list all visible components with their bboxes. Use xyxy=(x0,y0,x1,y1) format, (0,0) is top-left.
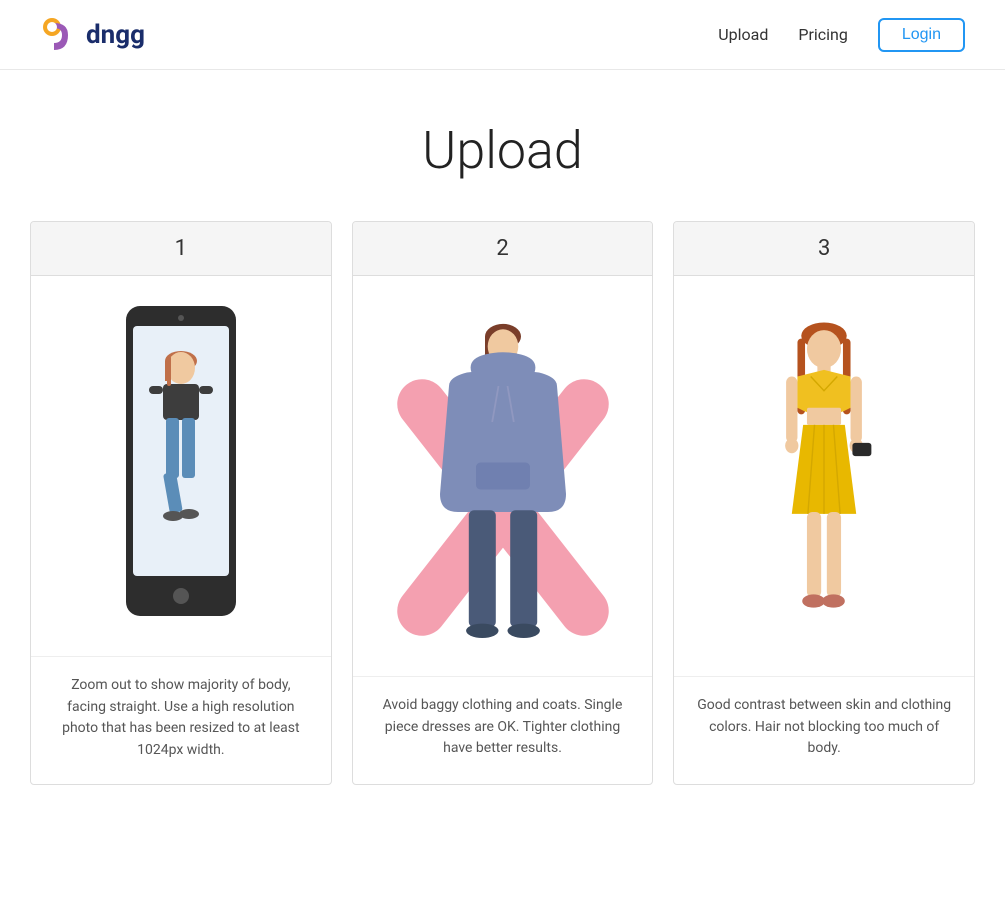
page-title: Upload xyxy=(30,120,975,181)
card-3-image xyxy=(674,276,974,677)
card-3-caption: Good contrast between skin and clothing … xyxy=(674,677,974,782)
header: dngg Upload Pricing Login xyxy=(0,0,1005,70)
outfit-illustration xyxy=(724,296,924,656)
card-1: 1 xyxy=(30,221,332,785)
card-2: 2 xyxy=(352,221,654,785)
card-3: 3 xyxy=(673,221,975,785)
logo[interactable]: dngg xyxy=(40,15,145,55)
card-2-caption: Avoid baggy clothing and coats. Single p… xyxy=(353,677,653,782)
baggy-illustration xyxy=(383,296,623,656)
nav-pricing[interactable]: Pricing xyxy=(798,25,848,44)
nav: Upload Pricing Login xyxy=(718,18,965,52)
card-1-header: 1 xyxy=(31,222,331,276)
logo-icon xyxy=(40,15,80,55)
logo-text: dngg xyxy=(86,20,145,50)
login-button[interactable]: Login xyxy=(878,18,965,52)
card-1-image xyxy=(31,276,331,657)
main-content: Upload 1 xyxy=(0,70,1005,845)
nav-upload[interactable]: Upload xyxy=(718,25,768,44)
card-2-header: 2 xyxy=(353,222,653,276)
card-3-header: 3 xyxy=(674,222,974,276)
card-2-image xyxy=(353,276,653,677)
card-1-caption: Zoom out to show majority of body, facin… xyxy=(31,657,331,784)
cards-row: 1 xyxy=(30,221,975,785)
phone-illustration xyxy=(81,296,281,636)
